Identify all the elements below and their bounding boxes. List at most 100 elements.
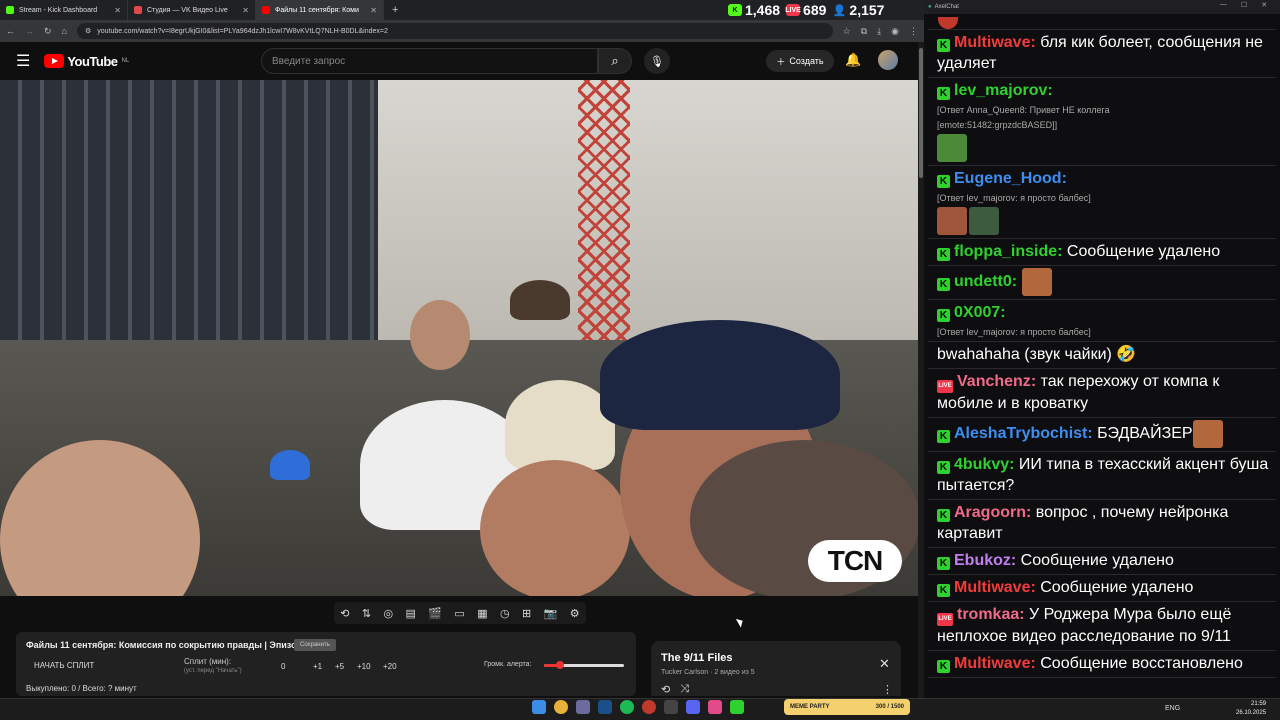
site-info-icon[interactable]: ⚙	[85, 27, 91, 35]
kick-badge-icon: K	[937, 87, 950, 100]
system-clock[interactable]: 21:59 26.10.2025	[1236, 700, 1266, 718]
chat-message: K Multiwave: Сообщение удалено	[928, 575, 1276, 602]
obs-icon[interactable]	[642, 700, 656, 714]
meme-party-widget[interactable]: MEME PARTY 300 / 1500	[784, 699, 910, 715]
more-menu-icon[interactable]: ⋮	[909, 26, 918, 37]
increment-5-button[interactable]: +5	[335, 662, 344, 671]
close-icon[interactable]: ✕	[1261, 1, 1267, 9]
alert-volume-label: Громк. алерта:	[484, 661, 532, 668]
chat-username[interactable]: AleshaTrybochist	[954, 425, 1087, 442]
steam-icon[interactable]	[598, 700, 612, 714]
increment-1-button[interactable]: +1	[313, 662, 322, 671]
close-icon[interactable]: ✕	[114, 6, 121, 15]
playlist-title[interactable]: The 9/11 Files	[661, 652, 733, 664]
tab-vk-studio[interactable]: Студия — VK Видео Live ✕	[128, 0, 256, 20]
extensions-icon[interactable]: ⧉	[861, 26, 867, 37]
notifications-bell-icon[interactable]: 🔔	[845, 52, 861, 68]
tab-youtube-video[interactable]: Файлы 11 сентября: Коми ✕	[256, 0, 384, 20]
discord-icon[interactable]	[686, 700, 700, 714]
app-icon[interactable]	[576, 700, 590, 714]
chat-emotes	[1021, 268, 1054, 296]
nick-separator: :	[1010, 552, 1021, 569]
theater-icon[interactable]: ▦	[477, 607, 487, 620]
new-tab-button[interactable]: +	[384, 4, 406, 16]
chat-username[interactable]: Multiwave	[954, 579, 1030, 596]
increment-10-button[interactable]: +10	[357, 662, 371, 671]
voice-search-button[interactable]: 🎙	[644, 48, 670, 74]
chat-username[interactable]: Multiwave	[954, 655, 1030, 672]
tcn-watermark: TCN	[808, 540, 902, 582]
playlist-icon[interactable]: ▤	[405, 607, 415, 620]
search-button[interactable]: ⌕	[598, 48, 632, 74]
chat-username[interactable]: Ebukoz	[954, 552, 1011, 569]
more-vert-icon[interactable]: ⋮	[882, 683, 893, 696]
chrome-icon[interactable]	[554, 700, 568, 714]
minimize-icon[interactable]: —	[1220, 1, 1227, 9]
nick-separator: :	[1030, 655, 1041, 672]
back-icon[interactable]: ←	[6, 26, 15, 36]
chat-emote-code: [emote:51482:grpzdcBASED]]	[937, 120, 1058, 130]
chat-text: Сообщение удалено	[1066, 243, 1221, 260]
start-split-button[interactable]: НАЧАТЬ СПЛИТ	[34, 661, 94, 670]
bookmark-star-icon[interactable]: ☆	[843, 26, 851, 37]
close-icon[interactable]: ✕	[242, 6, 249, 15]
chat-username[interactable]: Eugene_Hood	[954, 170, 1062, 187]
loop-icon[interactable]: ⟲	[661, 683, 670, 696]
chat-reply-quote: [Ответ lev_majorov: я просто балбес]	[937, 327, 1091, 337]
region-code: NL	[121, 58, 130, 64]
start-windows-icon[interactable]	[532, 700, 546, 714]
close-icon[interactable]: ✕	[370, 6, 377, 15]
spotify-icon[interactable]	[620, 700, 634, 714]
chat-username[interactable]: floppa_inside	[954, 243, 1057, 260]
chat-username[interactable]: Multiwave	[954, 34, 1030, 51]
vk-live-badge-icon: LIVE	[937, 380, 953, 393]
avatar[interactable]	[878, 50, 898, 70]
app-icon[interactable]	[708, 700, 722, 714]
settings-gear-icon[interactable]: ⚙	[570, 607, 580, 620]
loop-icon[interactable]: ⟲	[340, 607, 349, 620]
youtube-logo[interactable]: YouTube NL	[44, 54, 129, 69]
download-icon[interactable]: ⤓	[877, 26, 881, 37]
chat-message: Kundett0:	[928, 266, 1276, 300]
increment-20-button[interactable]: +20	[383, 662, 397, 671]
home-icon[interactable]: ⌂	[62, 26, 67, 36]
shuffle-icon[interactable]: ⤨	[680, 683, 689, 696]
app-icon[interactable]	[664, 700, 678, 714]
kick-badge-icon: K	[937, 278, 950, 292]
audio-icon[interactable]: ◎	[383, 607, 393, 620]
url-field[interactable]: ⚙ youtube.com/watch?v=I8egrUkjGI0&list=P…	[76, 23, 833, 39]
screenshot-icon[interactable]: 📷	[544, 607, 558, 620]
hamburger-menu-icon[interactable]: ☰	[16, 51, 30, 71]
profile-icon[interactable]: ◉	[891, 26, 899, 37]
close-icon[interactable]: ✕	[879, 656, 890, 672]
chat-username[interactable]: lev_majorov	[954, 82, 1047, 99]
chat-username[interactable]: tromkaa	[957, 606, 1019, 623]
create-label: Создать	[789, 56, 824, 66]
input-language[interactable]: ENG	[1165, 705, 1180, 712]
clapper-icon[interactable]: 🎬	[428, 607, 442, 620]
save-button[interactable]: Сохранить	[294, 639, 336, 651]
forward-icon[interactable]: →	[25, 26, 34, 36]
tab-kick-dashboard[interactable]: Stream - Kick Dashboard ✕	[0, 0, 128, 20]
scrollbar-thumb[interactable]	[919, 48, 923, 178]
reload-icon[interactable]: ↻	[44, 26, 52, 37]
maximize-icon[interactable]: ☐	[1241, 1, 1247, 9]
chat-username[interactable]: 4bukvy	[954, 456, 1009, 473]
chat-username[interactable]: Aragoorn	[954, 504, 1026, 521]
video-player[interactable]: TCN	[0, 80, 918, 596]
app-icon[interactable]	[730, 700, 744, 714]
alert-volume-knob[interactable]	[556, 661, 564, 669]
sort-icon[interactable]: ⇅	[362, 607, 371, 620]
chat-username[interactable]: undett0	[954, 273, 1012, 290]
chat-username[interactable]: Vanchenz	[957, 373, 1031, 390]
chat-message: LIVE Vanchenz: так перехожу от компа к мо…	[928, 369, 1276, 418]
speed-icon[interactable]: ◷	[500, 607, 510, 620]
chat-username[interactable]: 0X007	[954, 304, 1000, 321]
clock-time: 21:59	[1251, 701, 1267, 707]
create-button[interactable]: ＋ Создать	[766, 50, 834, 72]
search-input[interactable]: Введите запрос	[261, 48, 598, 74]
add-icon[interactable]: ⊞	[522, 607, 531, 620]
plus-icon: ＋	[776, 56, 786, 67]
chat-message-list[interactable]: K Multiwave: бля кик болеет, сообщения не…	[928, 14, 1276, 698]
picture-in-picture-icon[interactable]: ▭	[454, 607, 464, 620]
